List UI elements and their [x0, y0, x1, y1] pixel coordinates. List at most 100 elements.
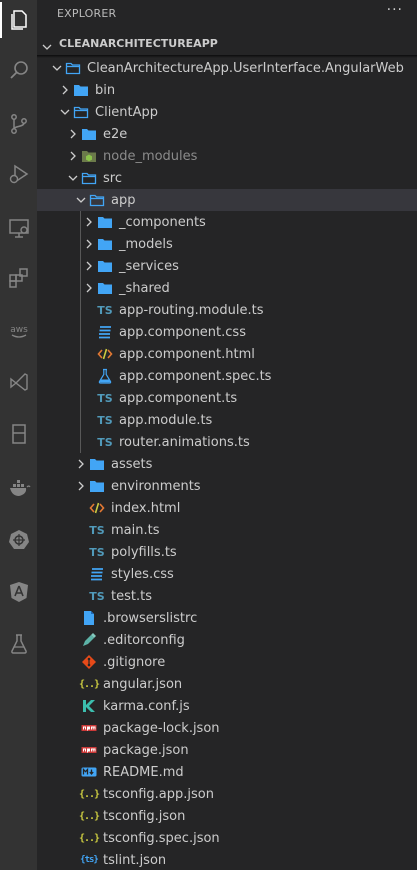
testing-view-button[interactable] — [0, 626, 37, 662]
tree-item-label: environments — [111, 478, 201, 494]
tree-item-label: main.ts — [111, 522, 160, 538]
tree-folder[interactable]: src — [37, 167, 417, 189]
angular-view-button[interactable] — [0, 574, 37, 610]
run-debug-view-button[interactable] — [0, 156, 37, 192]
twistie-spacer — [65, 739, 81, 761]
folder-icon — [89, 478, 105, 494]
visual-studio-view-button[interactable] — [0, 364, 37, 400]
search-icon — [9, 61, 28, 79]
twistie-spacer — [73, 541, 89, 563]
tree-file[interactable]: {..} tsconfig.app.json — [37, 783, 417, 805]
tslint-icon: {ts} — [80, 855, 99, 865]
npm-icon — [81, 742, 97, 758]
tree-item-label: app.component.ts — [119, 390, 238, 406]
indent-guide — [80, 431, 81, 453]
search-view-button[interactable] — [0, 52, 37, 88]
tree-file[interactable]: index.html — [37, 497, 417, 519]
tree-file[interactable]: app.component.html — [37, 343, 417, 365]
tree-file[interactable]: {..} tsconfig.spec.json — [37, 827, 417, 849]
tree-folder[interactable]: app — [37, 189, 417, 211]
tree-file[interactable]: TS app-routing.module.ts — [37, 299, 417, 321]
tree-item-label: .gitignore — [103, 654, 166, 670]
activity-bar: aws — [0, 0, 37, 870]
tree-file[interactable]: app.component.css — [37, 321, 417, 343]
tree-file[interactable]: package.json — [37, 739, 417, 761]
tree-file[interactable]: {..} angular.json — [37, 673, 417, 695]
workspace-root-header[interactable]: CLEANARCHITECTUREAPP — [37, 33, 417, 55]
file-tree: CleanArchitectureApp.UserInterface.Angul… — [37, 57, 417, 870]
tree-file[interactable]: {..} tsconfig.json — [37, 805, 417, 827]
tree-folder[interactable]: e2e — [37, 123, 417, 145]
tree-file[interactable]: .gitignore — [37, 651, 417, 673]
tree-item-label: tslint.json — [103, 852, 167, 868]
tree-file[interactable]: TS app.module.ts — [37, 409, 417, 431]
twistie-spacer — [81, 299, 97, 321]
tree-file[interactable]: TS test.ts — [37, 585, 417, 607]
indent-guide — [80, 321, 81, 343]
chevron-right-icon — [81, 277, 97, 299]
indent-guide — [80, 365, 81, 387]
folder-icon — [89, 456, 105, 472]
folder-icon — [81, 170, 97, 186]
remote-explorer-icon — [8, 219, 29, 238]
tree-file[interactable]: app.component.spec.ts — [37, 365, 417, 387]
tree-folder[interactable]: environments — [37, 475, 417, 497]
tree-file[interactable]: karma.conf.js — [37, 695, 417, 717]
database-view-button[interactable] — [0, 416, 37, 452]
tree-file[interactable]: package-lock.json — [37, 717, 417, 739]
tree-item-label: _models — [119, 236, 173, 252]
folder-icon — [97, 214, 113, 230]
chevron-right-icon — [81, 233, 97, 255]
tree-item-label: README.md — [103, 764, 184, 780]
tree-folder[interactable]: CleanArchitectureApp.UserInterface.Angul… — [37, 57, 417, 79]
indent-guide — [80, 277, 81, 299]
twistie-spacer — [81, 365, 97, 387]
docker-view-button[interactable] — [0, 470, 37, 506]
tree-folder[interactable]: bin — [37, 79, 417, 101]
tree-item-label: app.component.html — [119, 346, 255, 362]
twistie-spacer — [81, 321, 97, 343]
tree-file[interactable]: README.md — [37, 761, 417, 783]
typescript-icon: TS — [89, 545, 105, 559]
angular-icon — [9, 582, 28, 602]
explorer-title: EXPLORER — [57, 7, 117, 20]
npm-icon — [81, 720, 97, 736]
extensions-view-button[interactable] — [0, 260, 37, 296]
tree-file[interactable]: .editorconfig — [37, 629, 417, 651]
twistie-spacer — [65, 629, 81, 651]
twistie-spacer — [73, 563, 89, 585]
more-actions-button[interactable]: ··· — [387, 2, 403, 18]
tree-folder[interactable]: _services — [37, 255, 417, 277]
tree-item-label: .browserslistrc — [103, 610, 198, 626]
tree-file[interactable]: styles.css — [37, 563, 417, 585]
file-icon — [81, 610, 97, 626]
kubernetes-view-button[interactable] — [0, 522, 37, 558]
typescript-icon: TS — [97, 435, 113, 449]
tree-folder[interactable]: _shared — [37, 277, 417, 299]
tree-folder[interactable]: _components — [37, 211, 417, 233]
node-modules-folder-icon — [81, 148, 97, 164]
aws-view-button[interactable]: aws — [0, 312, 37, 348]
tree-folder[interactable]: ClientApp — [37, 101, 417, 123]
tree-item-label: ClientApp — [95, 104, 159, 120]
tree-file[interactable]: TS polyfills.ts — [37, 541, 417, 563]
indent-guide — [80, 233, 81, 255]
tree-file[interactable]: TS router.animations.ts — [37, 431, 417, 453]
tree-file[interactable]: TS main.ts — [37, 519, 417, 541]
tree-folder[interactable]: assets — [37, 453, 417, 475]
json-icon: {..} — [78, 678, 100, 690]
remote-explorer-view-button[interactable] — [0, 210, 37, 246]
twistie-spacer — [73, 585, 89, 607]
tree-item-label: assets — [111, 456, 153, 472]
tree-file[interactable]: {ts} tslint.json — [37, 849, 417, 870]
tree-folder[interactable]: _models — [37, 233, 417, 255]
tree-item-label: app — [111, 192, 136, 208]
karma-icon — [81, 698, 97, 714]
explorer-view-button[interactable] — [0, 2, 37, 38]
chevron-down-icon — [49, 57, 65, 79]
tree-file[interactable]: .browserslistrc — [37, 607, 417, 629]
tree-file[interactable]: TS app.component.ts — [37, 387, 417, 409]
indent-guide — [80, 409, 81, 431]
source-control-view-button[interactable] — [0, 106, 37, 142]
tree-folder[interactable]: node_modules — [37, 145, 417, 167]
